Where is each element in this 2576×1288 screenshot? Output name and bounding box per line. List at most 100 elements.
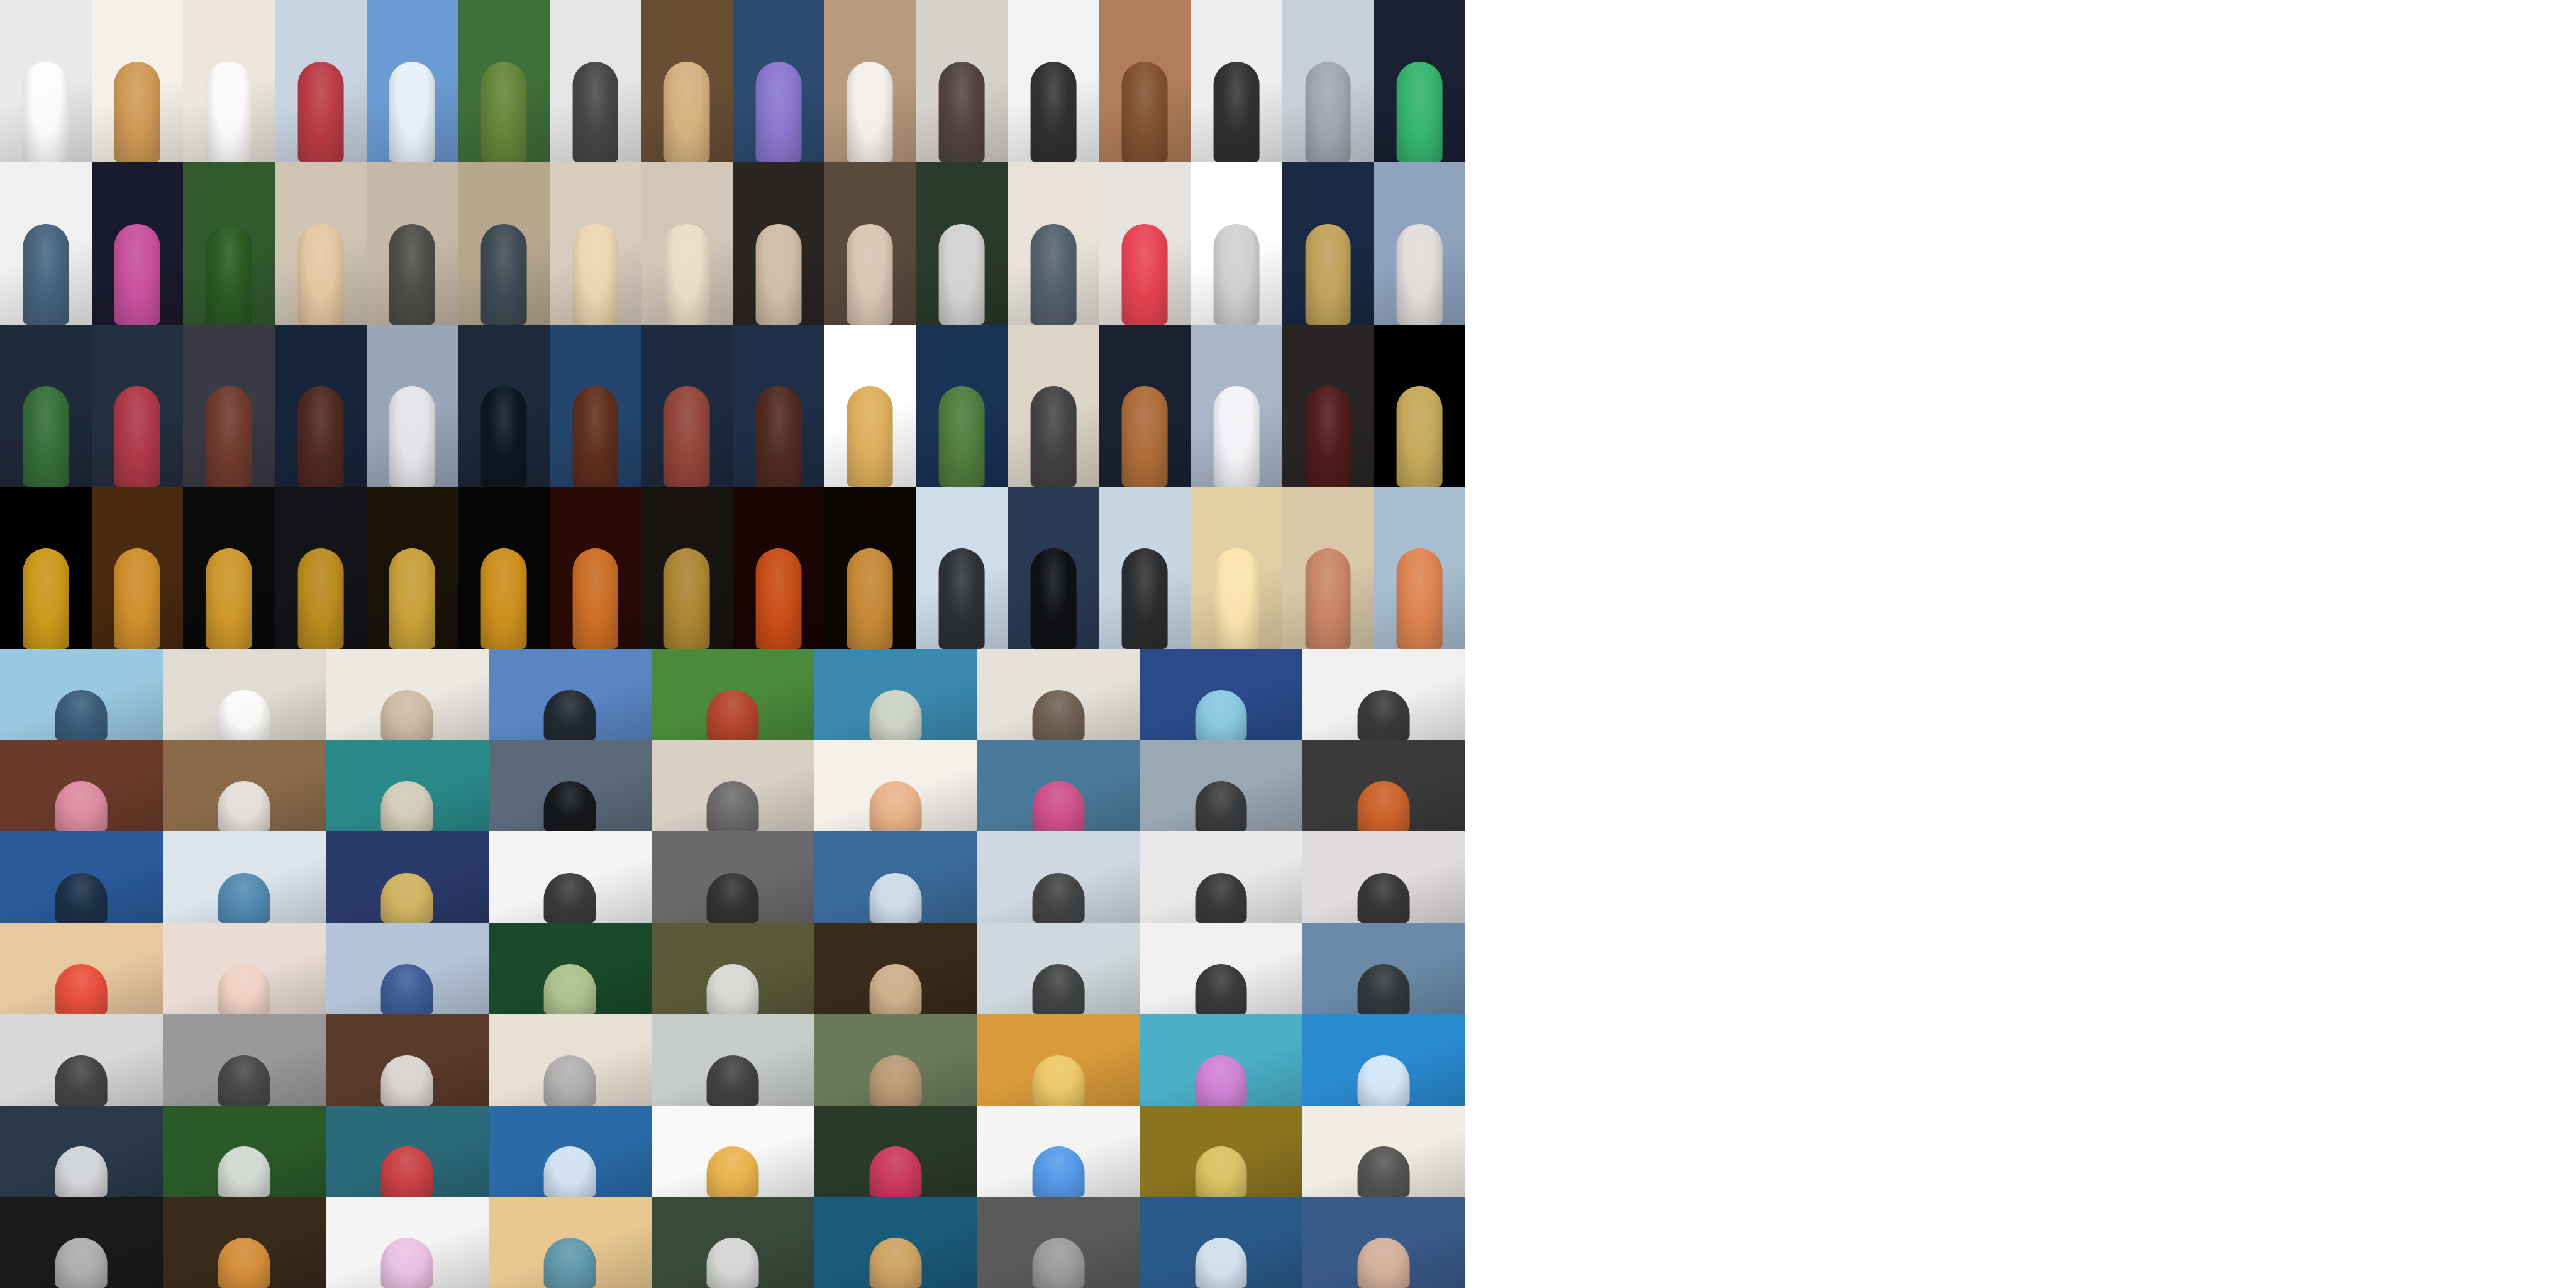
landscape-photo-tile [814,1014,977,1106]
landscape-photo-tile [814,1196,977,1288]
photo-subject [869,872,922,923]
photo-subject [869,781,922,832]
portrait-photo-tile [183,0,275,162]
landscape-photo-grid [0,649,1465,1288]
photo-subject [755,224,802,325]
photo-subject [663,386,710,487]
photo-subject [847,62,893,162]
photo-subject [380,1238,433,1288]
portrait-photo-tile [1191,487,1282,649]
portrait-photo-tile [733,325,824,487]
portrait-photo-tile [1007,0,1099,162]
landscape-photo-tile [0,649,163,741]
portrait-photo-tile [0,325,92,487]
photo-subject [218,1238,270,1288]
portrait-photo-tile [366,0,458,162]
photo-subject [380,872,433,923]
landscape-photo-tile [325,831,489,923]
portrait-photo-tile [1007,487,1099,649]
photo-subject [706,872,759,923]
portrait-photo-grid [0,0,1465,649]
portrait-photo-tile [641,0,733,162]
photo-subject [1032,1146,1085,1197]
photo-subject [1305,386,1351,487]
photo-subject [1030,548,1077,649]
portrait-photo-tile [1191,325,1282,487]
landscape-photo-tile [651,1014,814,1106]
landscape-photo-tile [651,831,814,923]
photo-subject [572,62,618,162]
photo-subject [114,548,160,649]
photo-subject [480,548,527,649]
photo-subject [1396,548,1443,649]
photo-subject [1121,224,1168,325]
landscape-photo-tile [488,831,652,923]
portrait-photo-tile [916,162,1008,325]
portrait-photo-tile [1007,325,1099,487]
photo-subject [1195,690,1247,741]
photo-subject [1032,781,1085,832]
landscape-photo-tile [814,649,977,741]
photo-subject [297,224,344,325]
photo-subject [389,548,435,649]
photo-subject [869,1238,922,1288]
landscape-photo-tile [488,1196,652,1288]
photo-subject [55,872,108,923]
portrait-photo-tile [1374,325,1465,487]
photo-subject [1305,548,1351,649]
landscape-photo-tile [977,1105,1140,1197]
photo-subject [297,62,344,162]
portrait-photo-tile [549,487,641,649]
landscape-photo-tile [814,1105,977,1197]
landscape-photo-tile [0,1196,163,1288]
photo-subject [706,1055,759,1106]
photo-subject [1030,386,1077,487]
photo-subject [938,62,985,162]
photo-subject [480,224,527,325]
landscape-photo-tile [162,1105,326,1197]
photo-subject [1213,62,1260,162]
portrait-photo-tile [183,487,275,649]
photo-subject [55,1238,108,1288]
portrait-photo-tile [274,325,367,487]
photo-subject [543,963,596,1014]
contact-sheet [0,0,1465,1288]
portrait-photo-tile [0,487,92,649]
portrait-photo-tile [1099,162,1191,325]
landscape-photo-tile [162,1014,326,1106]
landscape-photo-tile [162,831,326,923]
photo-subject [938,548,985,649]
photo-subject [1030,62,1077,162]
photo-subject [869,963,922,1014]
portrait-photo-tile [916,0,1008,162]
portrait-photo-tile [366,487,458,649]
photo-subject [114,386,160,487]
photo-subject [23,62,69,162]
landscape-photo-tile [1302,923,1465,1014]
photo-subject [543,1238,596,1288]
portrait-photo-tile [274,162,367,325]
landscape-photo-tile [1140,1196,1302,1288]
photo-subject [114,62,160,162]
photo-subject [206,224,252,325]
photo-subject [1358,1238,1410,1288]
photo-subject [380,1055,433,1106]
portrait-photo-tile [0,162,92,325]
photo-subject [869,1055,922,1106]
photo-subject [1032,963,1085,1014]
landscape-photo-tile [0,923,163,1014]
portrait-photo-tile [91,0,184,162]
photo-subject [1195,1146,1247,1197]
landscape-photo-tile [651,1105,814,1197]
photo-subject [1030,224,1077,325]
photo-subject [543,690,596,741]
photo-subject [1358,1146,1410,1197]
portrait-photo-tile [641,487,733,649]
portrait-photo-tile [1282,487,1374,649]
portrait-photo-tile [1007,162,1099,325]
portrait-photo-tile [824,162,916,325]
photo-subject [543,872,596,923]
photo-subject [1396,386,1443,487]
portrait-photo-tile [458,487,550,649]
portrait-photo-tile [1099,325,1191,487]
